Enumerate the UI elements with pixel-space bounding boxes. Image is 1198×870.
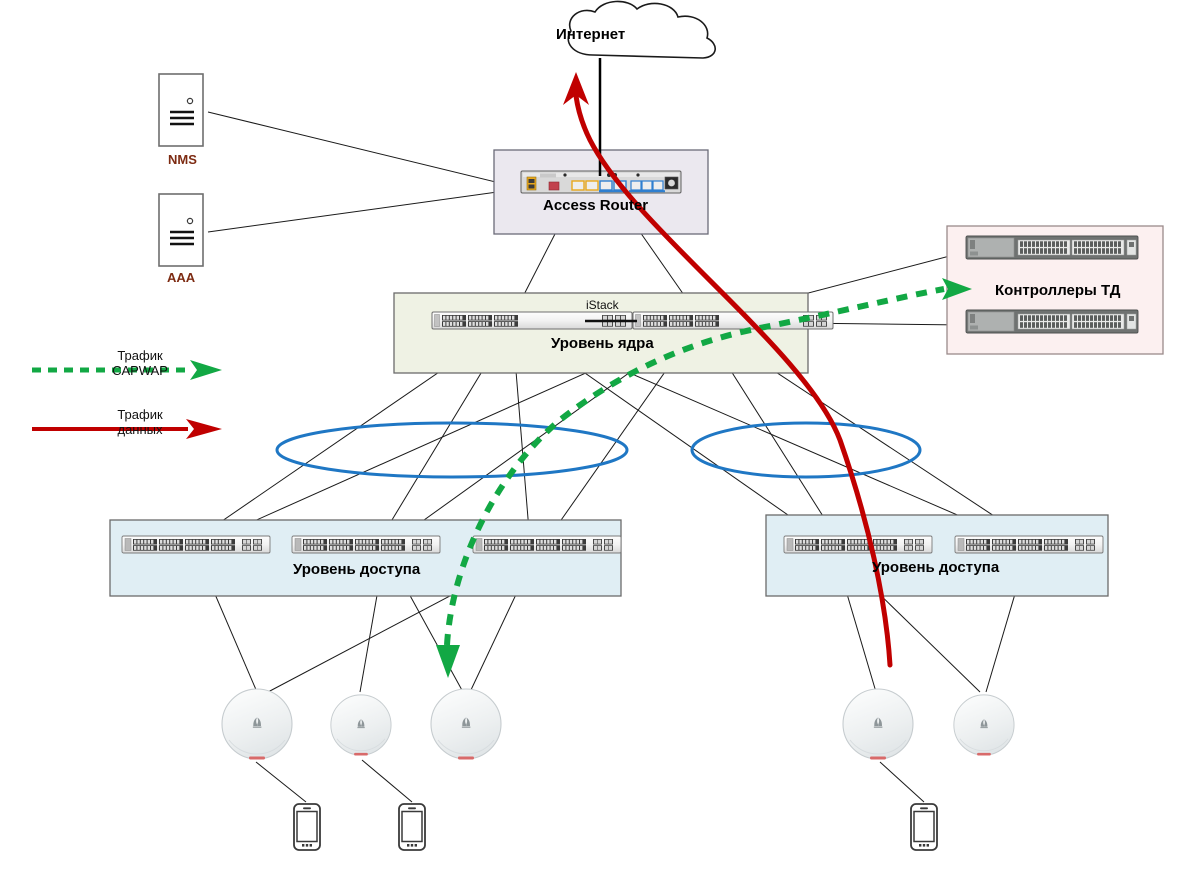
ap-controllers-label: Контроллеры ТД: [995, 282, 1121, 299]
legend-data-line2: данных: [117, 422, 163, 437]
access-layer-right-label: Уровень доступа: [872, 559, 1000, 576]
aaa-label: AAA: [167, 270, 196, 285]
nms-label: NMS: [168, 152, 197, 167]
legend-capwap-line2: CAPWAP: [112, 363, 168, 378]
legend-data-label: Трафик данных: [95, 407, 185, 437]
access-layer-left-label: Уровень доступа: [293, 561, 421, 578]
legend-capwap-line1: Трафик: [117, 348, 163, 363]
legend-data-line1: Трафик: [117, 407, 163, 422]
access-router-label: Access Router: [543, 197, 649, 214]
network-topology-diagram: Интернет NMS AAA Access Router iStack Ур…: [0, 0, 1198, 870]
internet-label: Интернет: [556, 26, 626, 43]
istack-label: iStack: [586, 298, 619, 312]
legend-capwap-label: Трафик CAPWAP: [95, 348, 185, 378]
core-layer-label: Уровень ядра: [551, 335, 654, 352]
